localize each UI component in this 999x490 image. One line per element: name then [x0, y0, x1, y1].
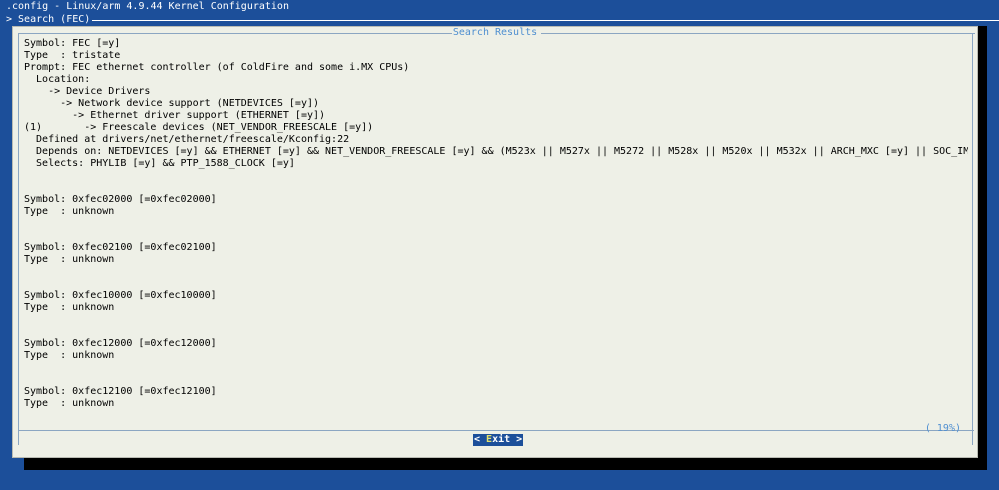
exit-button[interactable]: < Exit > — [473, 434, 524, 446]
dialog-border-bottom — [18, 430, 974, 431]
result-line — [24, 218, 968, 230]
result-line: Type : unknown — [24, 398, 115, 409]
search-results-dialog: Search Results Symbol: FEC [=y] Type : tr… — [12, 26, 978, 458]
result-line: Selects: PHYLIB [=y] && PTP_1588_CLOCK [… — [24, 158, 295, 169]
dialog-border-right — [972, 33, 973, 445]
dialog-border-left — [18, 33, 19, 445]
result-line: Symbol: 0xfec10000 [=0xfec10000] — [24, 290, 217, 301]
result-line: Location: — [24, 74, 91, 85]
result-line: -> Device Drivers — [24, 86, 151, 97]
result-line: (1) -> Freescale devices (NET_VENDOR_FRE… — [24, 122, 374, 133]
result-line: Depends on: NETDEVICES [=y] && ETHERNET … — [24, 146, 968, 157]
result-line: Prompt: FEC ethernet controller (of Cold… — [24, 62, 410, 73]
search-results-text[interactable]: Symbol: FEC [=y] Type : tristate Prompt: F… — [24, 38, 968, 424]
result-line: Symbol: 0xfec02100 [=0xfec02100] — [24, 242, 217, 253]
result-line — [24, 326, 968, 338]
window-title: .config - Linux/arm 4.9.44 Kernel Config… — [6, 1, 289, 12]
result-line: Type : unknown — [24, 350, 115, 361]
result-line — [24, 314, 968, 326]
result-line: -> Ethernet driver support (ETHERNET [=y… — [24, 110, 326, 121]
result-line: Type : unknown — [24, 302, 115, 313]
scroll-percent: ( 19%) — [924, 423, 961, 434]
result-line: Type : unknown — [24, 254, 115, 265]
result-line — [24, 182, 968, 194]
result-line — [24, 278, 968, 290]
result-line: Type : tristate — [24, 50, 121, 61]
exit-button-left: < — [474, 434, 487, 445]
result-line — [24, 374, 968, 386]
result-line: Defined at drivers/net/ethernet/freescal… — [24, 134, 350, 145]
result-line — [24, 362, 968, 374]
result-line: Type : unknown — [24, 206, 115, 217]
result-line: Symbol: 0xfec12000 [=0xfec12000] — [24, 338, 217, 349]
result-line: -> Network device support (NETDEVICES [=… — [24, 98, 320, 109]
result-line: Symbol: 0xfec12100 [=0xfec12100] — [24, 386, 217, 397]
result-line: Symbol: 0xfec02000 [=0xfec02000] — [24, 194, 217, 205]
result-line — [24, 170, 968, 182]
result-line: Symbol: FEC [=y] — [24, 38, 121, 49]
result-line — [24, 230, 968, 242]
result-line — [24, 266, 968, 278]
breadcrumb: > Search (FEC) — [6, 14, 91, 25]
exit-button-rest: xit > — [492, 434, 523, 445]
